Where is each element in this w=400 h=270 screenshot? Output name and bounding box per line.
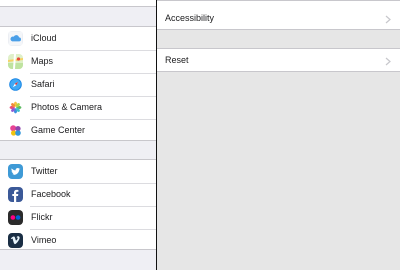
accessibility-row[interactable]: Accessibility [157,1,400,29]
sidebar-item-partial[interactable] [0,0,156,17]
chevron-right-icon [385,15,391,24]
twitter-icon [8,164,23,179]
facebook-icon [8,187,23,202]
sidebar-item-flickr[interactable]: Flickr [0,205,156,229]
sidebar-item-label: Facebook [31,189,71,199]
maps-icon [8,54,23,69]
sidebar-item-label: Safari [31,79,55,89]
flickr-icon [8,210,23,225]
safari-icon [8,77,23,92]
game-center-icon [8,123,23,138]
accessibility-label: Accessibility [165,13,215,23]
photos-camera-icon [8,100,23,115]
reset-label: Reset [165,55,189,65]
sidebar-item-label: Game Center [31,125,86,135]
sidebar-item-vimeo[interactable]: Vimeo [0,228,156,252]
sidebar-item-twitter[interactable]: Twitter [0,160,156,183]
chevron-right-icon [385,57,391,66]
sidebar-item-label: Vimeo [31,235,57,245]
sidebar-item-label: iCloud [31,33,57,43]
settings-screen: iCloud Maps Safari Photos & Camera Game … [0,0,400,270]
sidebar-item-maps[interactable]: Maps [0,49,156,73]
sidebar-group-social: Twitter Facebook Flickr Vimeo [0,159,156,250]
vimeo-icon [8,233,23,248]
sidebar-item-label: Twitter [31,166,58,176]
detail-group-accessibility: Accessibility [157,0,400,30]
settings-detail-pane: Accessibility Reset [157,0,400,270]
sidebar-group-apps: iCloud Maps Safari Photos & Camera Game … [0,26,156,141]
sidebar-group-top [0,0,156,7]
sidebar-item-label: Flickr [31,212,53,222]
sidebar-item-photos-camera[interactable]: Photos & Camera [0,95,156,119]
sidebar-item-safari[interactable]: Safari [0,72,156,96]
sidebar-item-icloud[interactable]: iCloud [0,27,156,50]
icloud-icon [8,31,23,46]
sidebar-item-facebook[interactable]: Facebook [0,182,156,206]
sidebar-item-game-center[interactable]: Game Center [0,118,156,142]
settings-sidebar: iCloud Maps Safari Photos & Camera Game … [0,0,156,270]
detail-group-reset: Reset [157,48,400,72]
sidebar-item-label: Maps [31,56,54,66]
sidebar-item-label: Photos & Camera [31,102,103,112]
reset-row[interactable]: Reset [157,49,400,71]
